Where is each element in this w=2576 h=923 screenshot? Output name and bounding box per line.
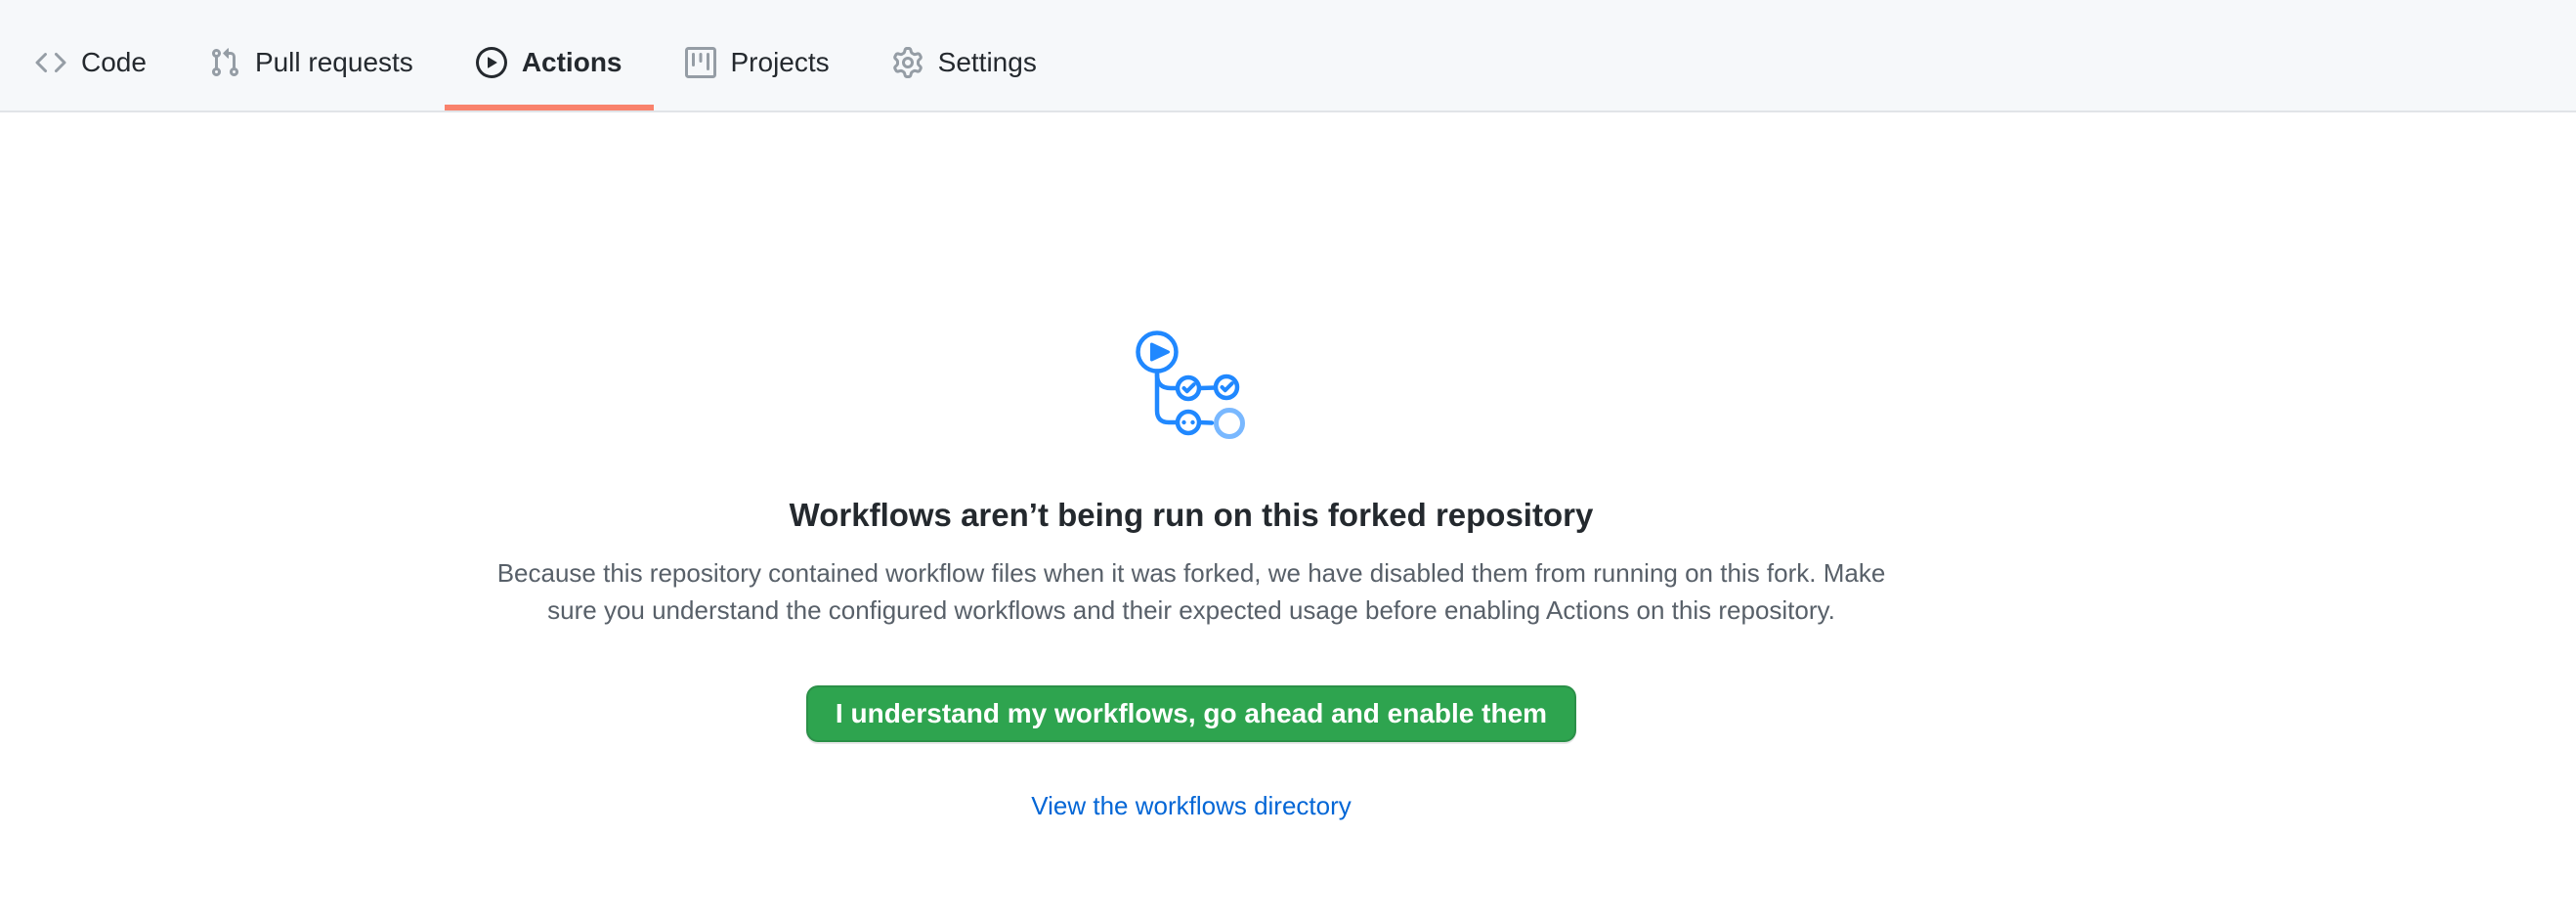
tab-pull-requests[interactable]: Pull requests [178,15,445,110]
code-icon [35,47,66,78]
git-pull-request-icon [209,47,240,78]
description-line: sure you understand the configured workf… [547,595,1835,625]
tab-projects[interactable]: Projects [654,15,861,110]
tab-label: Projects [731,49,830,76]
gear-icon [892,47,923,78]
tab-label: Actions [522,49,623,76]
link-row: View the workflows directory [35,787,2347,824]
blankslate-description: Because this repository contained workfl… [35,554,2347,629]
tab-label: Pull requests [255,49,413,76]
tab-label: Code [81,49,147,76]
tab-actions[interactable]: Actions [445,15,654,110]
project-icon [685,47,716,78]
play-icon [476,47,507,78]
blankslate-heading: Workflows aren’t being run on this forke… [35,494,2347,537]
actions-blankslate: Workflows aren’t being run on this forke… [35,112,2347,824]
repo-tab-nav: Code Pull requests Actions Projects Sett… [0,0,2576,112]
workflow-illustration-icon [1135,330,1248,445]
description-line: Because this repository contained workfl… [497,558,1886,588]
tab-label: Settings [938,49,1037,76]
tab-code[interactable]: Code [4,15,178,110]
tab-settings[interactable]: Settings [861,15,1068,110]
enable-workflows-button[interactable]: I understand my workflows, go ahead and … [806,685,1576,742]
view-workflows-directory-link[interactable]: View the workflows directory [1031,791,1352,820]
